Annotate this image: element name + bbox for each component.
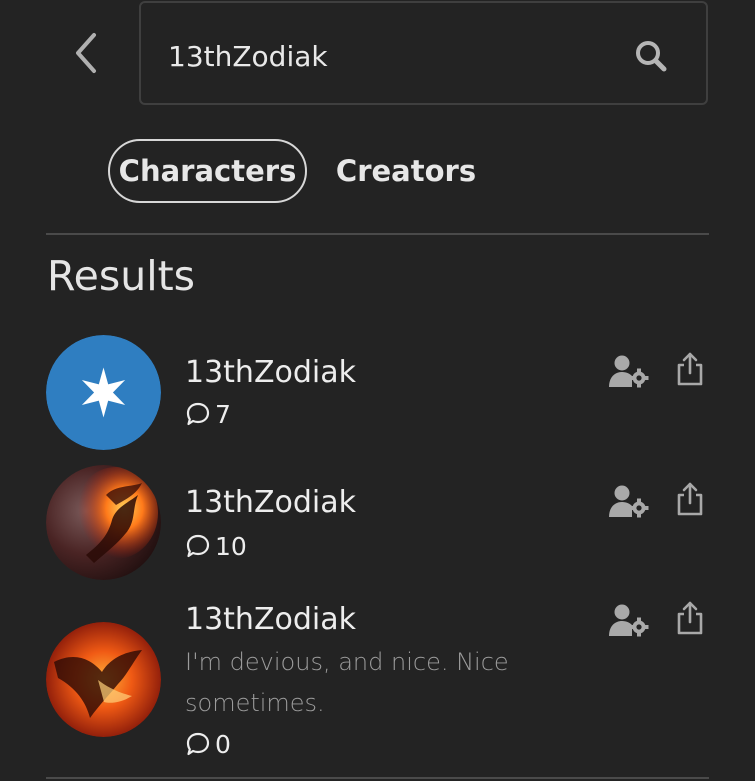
share-icon [677, 482, 703, 516]
divider [46, 233, 709, 235]
chat-bubble-icon [186, 402, 210, 426]
result-name: 13thZodiak [185, 485, 356, 520]
manage-button[interactable] [607, 598, 651, 642]
chat-bubble-icon [186, 732, 210, 756]
result-name: 13thZodiak [185, 355, 356, 390]
back-button[interactable] [62, 30, 108, 76]
search-icon[interactable] [634, 39, 668, 73]
tab-creators[interactable]: Creators [336, 139, 476, 203]
chat-count-value: 0 [215, 729, 231, 759]
share-button[interactable] [668, 596, 712, 640]
search-box [139, 1, 708, 105]
search-input[interactable] [166, 31, 610, 81]
share-button[interactable] [668, 477, 712, 521]
avatar [46, 335, 161, 450]
manage-button[interactable] [607, 349, 651, 393]
chevron-left-icon [76, 33, 96, 73]
result-item[interactable]: 13thZodiak 7 [0, 335, 755, 450]
user-gear-icon [609, 485, 649, 518]
result-description: I'm devious, and nice. Nice sometimes. [185, 648, 509, 717]
tab-characters[interactable]: Characters [108, 139, 307, 203]
manage-button[interactable] [607, 479, 651, 523]
results-heading: Results [47, 252, 196, 300]
result-item[interactable]: 13thZodiak 10 [0, 465, 755, 580]
chat-count: 0 [185, 729, 231, 759]
chat-count: 10 [185, 531, 247, 561]
chat-bubble-icon [186, 534, 210, 558]
result-item[interactable]: 13thZodiak I'm devious, and nice. Nice s… [0, 598, 755, 763]
chat-count: 7 [185, 399, 231, 429]
chat-count-value: 7 [215, 399, 231, 429]
avatar [46, 622, 161, 737]
chat-count-value: 10 [215, 531, 247, 561]
user-gear-icon [609, 604, 649, 637]
result-name: 13thZodiak [185, 602, 356, 637]
divider [46, 777, 709, 779]
share-button[interactable] [668, 347, 712, 391]
avatar [46, 465, 161, 580]
share-icon [677, 601, 703, 635]
share-icon [677, 352, 703, 386]
user-gear-icon [609, 355, 649, 388]
